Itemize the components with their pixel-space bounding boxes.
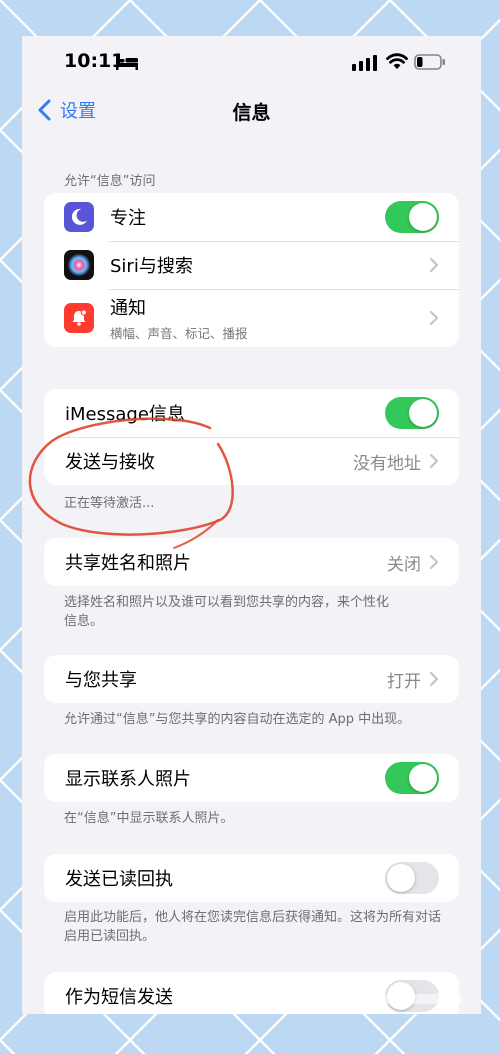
send-receive-label: 发送与接收 [65, 452, 155, 473]
focus-row[interactable]: 专注 [44, 193, 459, 241]
battery-level-fill [417, 57, 423, 67]
notifications-row[interactable]: 通知 横幅、声音、标记、播报 [44, 289, 459, 347]
siri-icon [64, 250, 94, 280]
status-bar: 10:11 [22, 36, 481, 88]
shared-with-you-row[interactable]: 与您共享 打开 [44, 655, 459, 703]
share-name-group: 共享姓名和照片 关闭 [44, 538, 459, 586]
shared-with-you-footer: 允许通过“信息”与您共享的内容自动在选定的 App 中出现。 [64, 712, 411, 727]
read-receipts-label: 发送已读回执 [65, 869, 173, 890]
contact-photos-label: 显示联系人照片 [65, 769, 191, 790]
siri-search-row[interactable]: Siri与搜索 [44, 241, 459, 289]
chevron-right-icon [429, 453, 439, 469]
shared-with-you-group: 与您共享 打开 [44, 655, 459, 703]
chevron-right-icon [429, 671, 439, 687]
imessage-group: iMessage信息 发送与接收 没有地址 [44, 389, 459, 485]
read-receipts-toggle[interactable] [385, 862, 439, 894]
navigation-bar: 设置 信息 [22, 90, 481, 130]
contact-photos-row[interactable]: 显示联系人照片 [44, 754, 459, 802]
focus-label: 专注 [110, 208, 146, 229]
read-receipts-row[interactable]: 发送已读回执 [44, 854, 459, 902]
contact-photos-group: 显示联系人照片 [44, 754, 459, 802]
share-name-row[interactable]: 共享姓名和照片 关闭 [44, 538, 459, 586]
share-name-value: 关闭 [387, 554, 421, 575]
bed-icon [116, 56, 138, 70]
contact-photos-toggle[interactable] [385, 762, 439, 794]
section-header-allow-access: 允许“信息”访问 [64, 174, 156, 189]
imessage-status-footer: 正在等待激活... [64, 496, 155, 511]
siri-search-label: Siri与搜索 [110, 256, 193, 277]
read-receipts-footer: 启用此功能后，他人将在您读完信息后获得通知。这将为所有对话启用已读回执。 [64, 910, 442, 944]
chevron-right-icon [429, 310, 439, 326]
imessage-toggle[interactable] [385, 397, 439, 429]
share-name-label: 共享姓名和照片 [65, 553, 191, 574]
shared-with-you-value: 打开 [387, 671, 421, 692]
contact-photos-footer: 在“信息”中显示联系人照片。 [64, 811, 234, 826]
chevron-right-icon [429, 257, 439, 273]
send-receive-row[interactable]: 发送与接收 没有地址 [44, 437, 459, 485]
read-receipts-group: 发送已读回执 [44, 854, 459, 902]
share-name-footer: 选择姓名和照片以及谁可以看到您共享的内容，来个性化信息。 [64, 595, 390, 629]
allow-access-group: 专注 Siri与搜索 通知 横幅、声音、标记、播报 [44, 193, 459, 347]
battery-icon [414, 54, 445, 70]
shared-with-you-label: 与您共享 [65, 670, 137, 691]
chevron-right-icon [429, 554, 439, 570]
cellular-signal-icon [352, 55, 377, 71]
notification-bell-icon [64, 303, 94, 333]
watermark-logo [373, 994, 463, 1004]
moon-icon [64, 202, 94, 232]
imessage-label: iMessage信息 [65, 404, 185, 425]
focus-toggle[interactable] [385, 201, 439, 233]
send-receive-value: 没有地址 [353, 453, 421, 474]
imessage-row[interactable]: iMessage信息 [44, 389, 459, 437]
page-title: 信息 [232, 102, 271, 124]
send-as-sms-label: 作为短信发送 [65, 987, 173, 1008]
notifications-sublabel: 横幅、声音、标记、播报 [110, 326, 248, 341]
phone-screen: 10:11 设置 信息 允许“信息”访问 专注 Siri与搜索 通知 横幅、声音… [22, 36, 481, 1014]
wifi-icon [386, 53, 408, 69]
notifications-label: 通知 [110, 298, 146, 319]
